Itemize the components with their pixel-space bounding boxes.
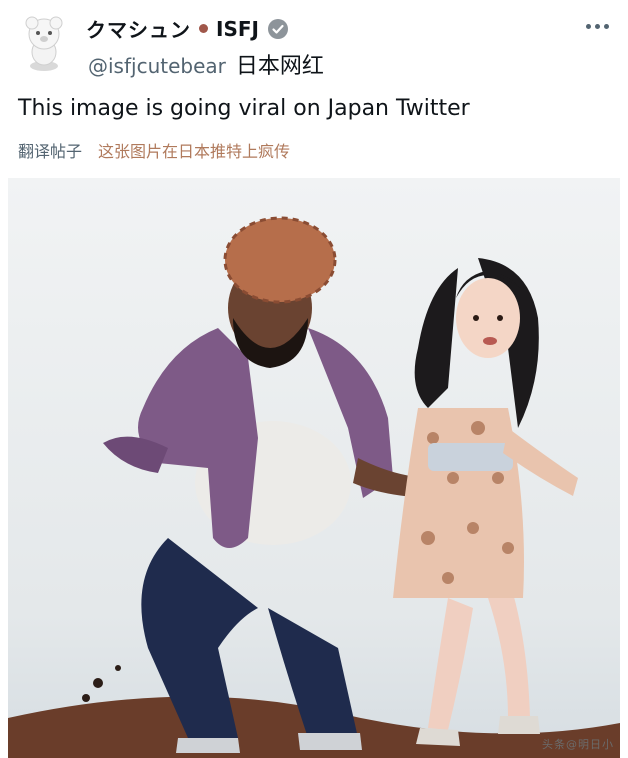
- media-watermark: 头条@明日小: [542, 738, 614, 751]
- illustration: [8, 178, 620, 758]
- handle-row: @isfjcutebear 日本网红: [88, 48, 324, 80]
- translate-row: 翻译帖子 这张图片在日本推特上疯传: [18, 138, 290, 162]
- user-handle[interactable]: @isfjcutebear: [88, 54, 226, 78]
- user-tag: 日本网红: [235, 54, 324, 79]
- display-name[interactable]: クマシュン: [86, 14, 191, 43]
- post-header: クマシュン ISFJ @isfjcutebear 日本网红: [0, 0, 628, 90]
- name-separator-dot: [199, 24, 208, 33]
- post-image[interactable]: 头条@明日小: [8, 178, 620, 758]
- name-row: クマシュン ISFJ: [86, 14, 289, 43]
- translated-text: 这张图片在日本推特上疯传: [98, 142, 291, 161]
- verified-badge-icon: [267, 18, 288, 39]
- avatar[interactable]: [18, 14, 70, 74]
- mbti-label: ISFJ: [216, 16, 259, 41]
- more-icon[interactable]: [586, 18, 610, 34]
- bear-avatar-icon: [25, 16, 63, 71]
- post-text: This image is going viral on Japan Twitt…: [18, 96, 470, 121]
- translate-post-link[interactable]: 翻译帖子: [18, 138, 82, 162]
